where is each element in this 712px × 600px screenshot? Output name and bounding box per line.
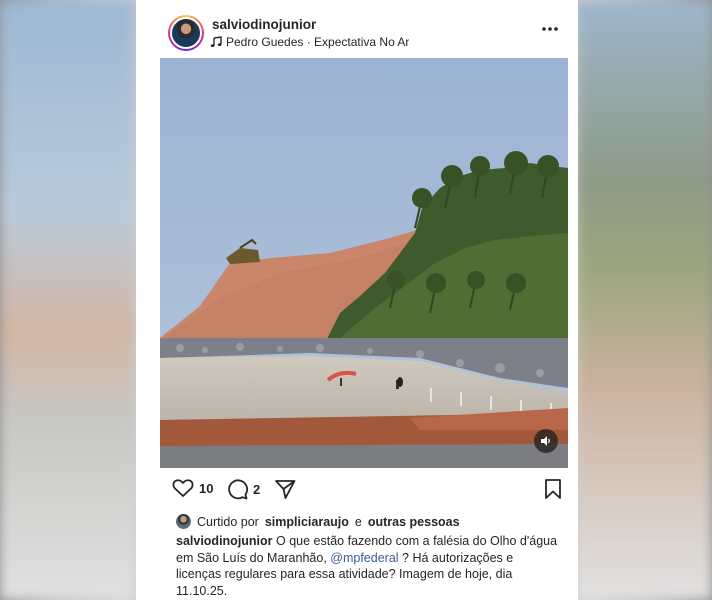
audio-label: Pedro Guedes · Expectativa No Ar [226,35,410,49]
more-options-icon[interactable] [540,25,560,33]
music-note-icon [210,36,222,47]
speaker-icon [541,436,550,446]
post-photo[interactable] [160,58,568,468]
post-caption: salviodinojunior O que estão fazendo com… [176,533,558,599]
caption-mention-link[interactable]: @mpfederal [330,551,398,565]
post-actions: 10 2 [172,478,562,504]
comment-button[interactable]: 2 [226,478,260,500]
background-blur-right [576,0,712,600]
liked-by-joiner: e [354,514,362,529]
heart-icon [172,479,194,497]
paper-plane-icon [275,480,296,499]
instagram-post-card: salviodinojunior Pedro Guedes · Expectat… [136,0,578,600]
bookmark-icon [545,479,561,499]
liker-avatar[interactable] [176,514,191,529]
caption-author[interactable]: salviodinojunior [176,534,273,548]
like-button[interactable]: 10 [172,478,213,498]
share-button[interactable] [274,478,296,500]
liked-by-row: Curtido por simpliciaraujo e outras pess… [176,514,460,529]
comments-count: 2 [253,481,261,497]
audio-track[interactable]: Pedro Guedes · Expectativa No Ar [210,35,409,49]
profile-avatar[interactable] [168,15,204,51]
post-header: salviodinojunior Pedro Guedes · Expectat… [136,0,578,58]
beach-cliff-photo [160,58,568,468]
likes-count: 10 [199,480,214,496]
post-username[interactable]: salviodinojunior [212,17,316,32]
save-button[interactable] [544,478,562,500]
liked-by-user[interactable]: simpliciaraujo [265,515,349,529]
comment-bubble-icon [228,479,248,500]
background-blur-left [0,0,136,600]
sound-toggle-button[interactable] [534,429,558,453]
avatar-photo [170,17,202,49]
liked-by-others[interactable]: outras pessoas [368,515,460,529]
liked-by-prefix: Curtido por [197,514,259,529]
